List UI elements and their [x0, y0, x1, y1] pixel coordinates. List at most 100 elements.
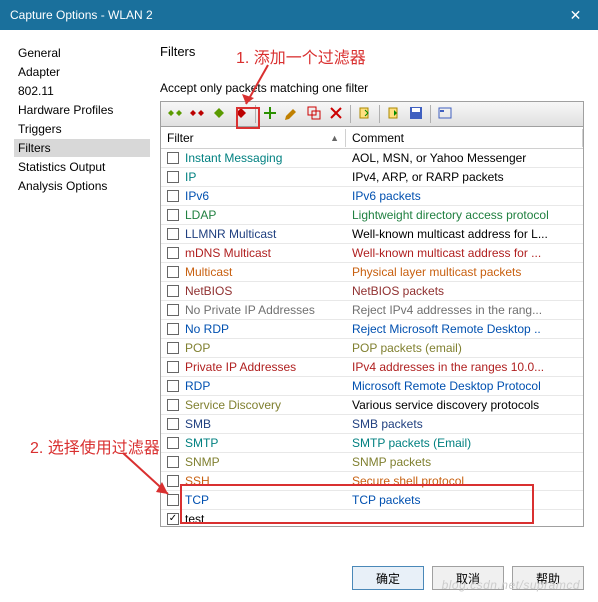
- table-row[interactable]: RDPMicrosoft Remote Desktop Protocol: [161, 377, 583, 396]
- row-checkbox[interactable]: [167, 513, 179, 525]
- import-icon: [357, 105, 373, 124]
- col-filter[interactable]: Filter ▲: [161, 129, 346, 147]
- table-row[interactable]: LLMNR MulticastWell-known multicast addr…: [161, 225, 583, 244]
- filter-comment: Physical layer multicast packets: [346, 265, 583, 279]
- toolbar-separator: [379, 105, 380, 123]
- duplicate-button[interactable]: [304, 104, 324, 124]
- row-checkbox[interactable]: [167, 361, 179, 373]
- row-checkbox[interactable]: [167, 209, 179, 221]
- row-checkbox[interactable]: [167, 171, 179, 183]
- close-button[interactable]: ✕: [553, 0, 598, 30]
- col-comment[interactable]: Comment: [346, 129, 583, 147]
- delete-icon: [328, 105, 344, 124]
- table-row[interactable]: LDAPLightweight directory access protoco…: [161, 206, 583, 225]
- table-row[interactable]: POPPOP packets (email): [161, 339, 583, 358]
- table-row[interactable]: SNMPSNMP packets: [161, 453, 583, 472]
- filter-comment: Well-known multicast address for ...: [346, 246, 583, 260]
- disable-all-icon: [189, 105, 205, 124]
- save-button[interactable]: [406, 104, 426, 124]
- row-checkbox[interactable]: [167, 380, 179, 392]
- row-checkbox[interactable]: [167, 304, 179, 316]
- disable-all-button[interactable]: [187, 104, 207, 124]
- row-checkbox[interactable]: [167, 456, 179, 468]
- disable-button[interactable]: [231, 104, 251, 124]
- delete-button[interactable]: [326, 104, 346, 124]
- row-checkbox[interactable]: [167, 285, 179, 297]
- col-comment-label: Comment: [352, 131, 404, 145]
- disable-icon: [233, 105, 249, 124]
- filter-comment: SNMP packets: [346, 455, 583, 469]
- filter-name: TCP: [185, 493, 209, 507]
- sidebar-item-adapter[interactable]: Adapter: [14, 63, 150, 81]
- duplicate-icon: [306, 105, 322, 124]
- table-row[interactable]: Service DiscoveryVarious service discove…: [161, 396, 583, 415]
- filter-comment: Lightweight directory access protocol: [346, 208, 583, 222]
- table-row[interactable]: Private IP AddressesIPv4 addresses in th…: [161, 358, 583, 377]
- export-button[interactable]: [384, 104, 404, 124]
- table-row[interactable]: Instant MessagingAOL, MSN, or Yahoo Mess…: [161, 149, 583, 168]
- new-button[interactable]: [260, 104, 280, 124]
- sidebar-item-analysis-options[interactable]: Analysis Options: [14, 177, 150, 195]
- row-checkbox[interactable]: [167, 152, 179, 164]
- table-row[interactable]: No Private IP AddressesReject IPv4 addre…: [161, 301, 583, 320]
- filter-name: SMB: [185, 417, 211, 431]
- table-row[interactable]: SMTP SMTP packets (Email): [161, 434, 583, 453]
- row-checkbox[interactable]: [167, 494, 179, 506]
- table-row[interactable]: SMB SMB packets: [161, 415, 583, 434]
- ok-button[interactable]: 确定: [352, 566, 424, 590]
- export-icon: [386, 105, 402, 124]
- filter-comment: IPv6 packets: [346, 189, 583, 203]
- row-checkbox[interactable]: [167, 399, 179, 411]
- row-checkbox[interactable]: [167, 418, 179, 430]
- table-row[interactable]: mDNS MulticastWell-known multicast addre…: [161, 244, 583, 263]
- row-checkbox[interactable]: [167, 190, 179, 202]
- table-row[interactable]: TCP TCP packets: [161, 491, 583, 510]
- filter-name: test: [185, 512, 204, 526]
- enable-all-button[interactable]: [165, 104, 185, 124]
- import-button[interactable]: [355, 104, 375, 124]
- enable-icon: [211, 105, 227, 124]
- main-panel: Filters Accept only packets matching one…: [150, 30, 598, 550]
- table-row[interactable]: IPIPv4, ARP, or RARP packets: [161, 168, 583, 187]
- sidebar-item-802-11[interactable]: 802.11: [14, 82, 150, 100]
- row-checkbox[interactable]: [167, 323, 179, 335]
- col-filter-label: Filter: [167, 131, 194, 145]
- sidebar-item-statistics-output[interactable]: Statistics Output: [14, 158, 150, 176]
- titlebar: Capture Options - WLAN 2 ✕: [0, 0, 598, 30]
- filter-name: No RDP: [185, 322, 229, 336]
- table-row[interactable]: IPv6IPv6 packets: [161, 187, 583, 206]
- enable-button[interactable]: [209, 104, 229, 124]
- toolbar: [160, 101, 584, 127]
- accept-label: Accept only packets matching one filter: [160, 81, 584, 95]
- row-checkbox[interactable]: [167, 475, 179, 487]
- sidebar-item-triggers[interactable]: Triggers: [14, 120, 150, 138]
- table-row[interactable]: SSHSecure shell protocol: [161, 472, 583, 491]
- filter-comment: TCP packets: [346, 493, 583, 507]
- filter-comment: SMB packets: [346, 417, 583, 431]
- table-row[interactable]: No RDPReject Microsoft Remote Desktop ..: [161, 320, 583, 339]
- options-button[interactable]: [435, 104, 455, 124]
- sidebar-item-hardware-profiles[interactable]: Hardware Profiles: [14, 101, 150, 119]
- sidebar-item-general[interactable]: General: [14, 44, 150, 62]
- table-row[interactable]: test: [161, 510, 583, 527]
- table-row[interactable]: NetBIOSNetBIOS packets: [161, 282, 583, 301]
- filter-comment: Well-known multicast address for L...: [346, 227, 583, 241]
- sort-asc-icon: ▲: [330, 133, 339, 143]
- cancel-button[interactable]: 取消: [432, 566, 504, 590]
- page-title: Filters: [160, 44, 584, 59]
- row-checkbox[interactable]: [167, 228, 179, 240]
- row-checkbox[interactable]: [167, 266, 179, 278]
- sidebar-item-filters[interactable]: Filters: [14, 139, 150, 157]
- table-row[interactable]: MulticastPhysical layer multicast packet…: [161, 263, 583, 282]
- filter-name: SMTP: [185, 436, 218, 450]
- edit-button[interactable]: [282, 104, 302, 124]
- row-checkbox[interactable]: [167, 247, 179, 259]
- filter-comment: SMTP packets (Email): [346, 436, 583, 450]
- row-checkbox[interactable]: [167, 342, 179, 354]
- dialog-buttons: 确定 取消 帮助: [352, 566, 584, 590]
- sidebar: GeneralAdapter802.11Hardware ProfilesTri…: [0, 30, 150, 550]
- edit-icon: [284, 105, 300, 124]
- row-checkbox[interactable]: [167, 437, 179, 449]
- toolbar-separator: [350, 105, 351, 123]
- help-button[interactable]: 帮助: [512, 566, 584, 590]
